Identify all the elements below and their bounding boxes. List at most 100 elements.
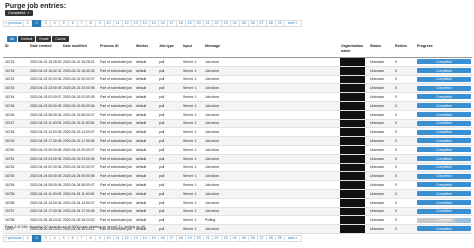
cell-status: Unknown [370,138,385,143]
previous-page-link[interactable]: « previous [3,235,24,242]
cell-status: Unknown [370,59,385,64]
cell-id[interactable]: 16747 [5,121,14,125]
previous-page-link[interactable]: « previous [3,20,24,27]
cell-id[interactable]: 16757 [5,209,14,213]
cell-worker: default [136,68,147,73]
table-header: ID Date created Date modified Process ID Wor… [3,42,472,58]
progress-bar: Completed [417,173,471,179]
progress-bar: Completed [417,129,471,135]
column-header[interactable]: Job type [159,44,174,49]
progress-label: Completed [436,94,452,99]
cell-pid: Part of scheduled job [100,94,132,99]
cell-message: Job done. [205,86,220,91]
table-row: 16758 2020-03-26 18:23:02 2020-04-05 18:23… [3,216,472,226]
cell-id[interactable]: 16749 [5,139,14,143]
cell-created: 2020-04-04 02:00:06 [30,165,62,170]
cell-input: Server: 1 [183,59,197,64]
cell-type: pull [159,147,165,152]
organisation-redacted [340,110,365,119]
cell-id[interactable]: 16746 [5,113,14,117]
cell-status: Unknown [370,94,385,99]
table-row: 16751 2020-04-03 23:00:05 2020-04-03 23:00… [3,154,472,164]
column-header[interactable]: Date created [30,44,52,49]
cell-retries: 0 [395,138,397,143]
cell-id[interactable]: 16754 [5,183,14,187]
cell-retries: 0 [395,77,397,82]
column-header[interactable]: Date modified [63,44,87,49]
progress-label: Completed [436,156,452,161]
cell-input: Server: 1 [183,94,197,99]
column-header[interactable]: Process ID [100,44,119,49]
column-header[interactable]: Progress [417,44,433,49]
organisation-redacted [340,58,365,66]
progress-label: Completed [436,218,452,223]
cell-type: pull [159,121,165,126]
organisation-redacted [340,128,365,137]
progress-label: Completed [436,103,452,108]
cell-id[interactable]: 16745 [5,104,14,108]
cell-status: Unknown [370,112,385,117]
next-page-link[interactable]: next » [283,20,302,27]
cell-message: Job done. [205,156,220,161]
cell-input: Server: 1 [183,138,197,143]
column-header[interactable]: Status [370,44,381,49]
cell-id[interactable]: 16748 [5,130,14,134]
column-header[interactable]: Input [183,44,192,49]
cell-worker: default [136,165,147,170]
cell-id[interactable]: 16743 [5,86,14,90]
cell-id[interactable]: 16753 [5,174,14,178]
cell-message: Job done. [205,121,220,126]
cell-retries: 0 [395,59,397,64]
column-header[interactable]: Worker [136,44,148,49]
cell-modified: 2020-04-03 08:00:07 [63,112,95,117]
cell-modified: 2020-04-03 17:00:06 [63,138,95,143]
cell-status: Unknown [370,86,385,91]
cell-id[interactable]: 16752 [5,165,14,169]
cell-type: pull [159,165,165,170]
cell-worker: default [136,147,147,152]
cell-status: Unknown [370,209,385,214]
organisation-redacted [340,198,365,207]
column-header[interactable]: Organisation name [341,44,365,53]
cell-id[interactable]: 16716 [5,69,14,73]
column-header[interactable]: ID [5,44,9,49]
close-icon[interactable]: × [27,11,29,15]
table-row: 16753 2020-04-04 05:00:05 2020-04-04 05:00… [3,172,472,182]
progress-label: Completed [436,59,452,64]
progress-label: Completed [436,138,452,143]
cell-worker: default [136,200,147,205]
cell-type: pull [159,226,165,231]
cell-worker: default [136,182,147,187]
cell-created: 2020-04-03 23:00:05 [30,156,62,161]
cell-id[interactable]: 16750 [5,148,14,152]
organisation-redacted [340,93,365,101]
cell-id[interactable]: 16755 [5,192,14,196]
table-row: 16756 2020-04-04 14:00:06 2020-04-04 14:00… [3,198,472,208]
cell-id[interactable]: 16758 [5,218,14,222]
progress-bar: Completed [417,191,471,197]
pagination-bottom: « previous 1 2 3 4 5 6 7 8 9 10 11 12 13 14 15 16 17 18 19 2… [3,235,302,243]
cell-message: Job done. [205,68,220,73]
cell-status: Unknown [370,174,385,179]
next-page-link[interactable]: next » [283,235,302,242]
cell-id[interactable]: 16756 [5,201,14,205]
organisation-redacted [340,225,365,233]
cell-id[interactable]: 16751 [5,157,14,161]
cell-message: Job done. [205,165,220,170]
completed-filter-badge[interactable]: Completed × [5,10,33,16]
cell-id[interactable]: 16744 [5,95,14,99]
cell-id[interactable]: 16742 [5,77,14,81]
cell-retries: 0 [395,218,397,223]
cell-status: Unknown [370,77,385,82]
column-header[interactable]: Retries [395,44,407,49]
table-body: 16715 2020-04-02 15:28:30 2020-04-02 15:28… [3,58,472,234]
column-header[interactable]: Message [205,44,220,49]
organisation-redacted [340,172,365,181]
cell-type: pull [159,182,165,187]
progress-label: Completed [436,86,452,91]
cell-input: Server: 1 [183,174,197,179]
cell-message: Job done. [205,226,220,231]
cell-id[interactable]: 16715 [5,60,14,64]
cell-message: Job done. [205,138,220,143]
organisation-redacted [340,207,365,216]
